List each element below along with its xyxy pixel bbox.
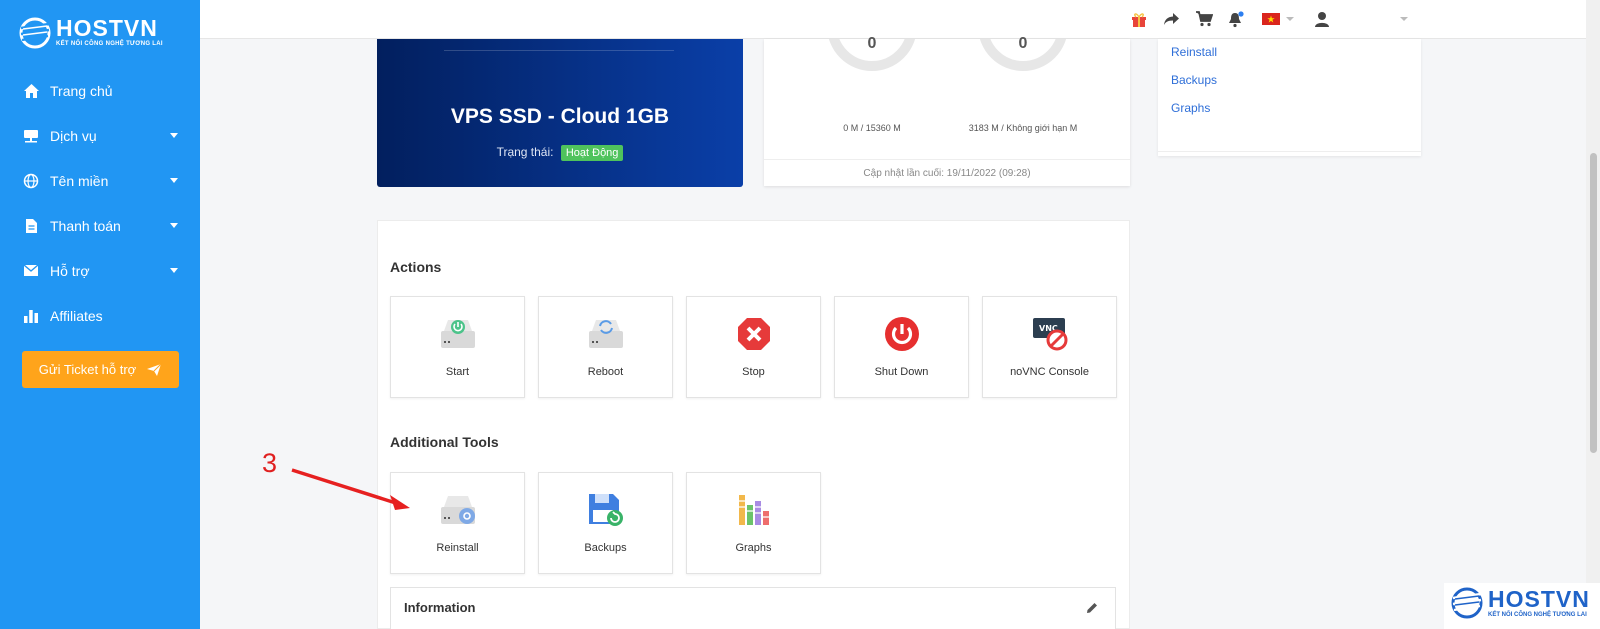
watermark-name: HOSTVN bbox=[1488, 586, 1590, 612]
envelope-icon bbox=[22, 262, 40, 280]
start-server-icon bbox=[437, 313, 479, 355]
paper-plane-icon bbox=[147, 363, 162, 376]
chevron-down-icon bbox=[170, 133, 178, 138]
bandwidth-gauge-caption: 3183 M / Không giới hạn M bbox=[968, 123, 1078, 133]
home-icon bbox=[22, 82, 40, 100]
cart-icon[interactable] bbox=[1195, 10, 1213, 28]
sidebar-item-label: Thanh toán bbox=[50, 217, 121, 234]
scrollbar-thumb[interactable] bbox=[1590, 153, 1597, 453]
sidebar-item-ten-mien[interactable]: Tên miền bbox=[0, 158, 200, 203]
send-ticket-label: Gửi Ticket hỗ trợ bbox=[38, 362, 137, 377]
chevron-down-icon[interactable] bbox=[1400, 10, 1408, 28]
actions-title: Actions bbox=[390, 259, 442, 275]
graphs-link[interactable]: Graphs bbox=[1171, 101, 1210, 115]
disk-gauge-value: 0 bbox=[867, 35, 877, 52]
reinstall-label: Reinstall bbox=[436, 542, 479, 554]
status-badge: Hoạt Động bbox=[560, 145, 624, 161]
shut-down-label: Shut Down bbox=[874, 366, 929, 378]
chevron-down-icon[interactable] bbox=[1286, 10, 1294, 28]
logo-name: HOSTVN bbox=[56, 15, 158, 41]
bandwidth-gauge-value: 0 bbox=[1018, 35, 1028, 52]
sidebar-item-affiliates[interactable]: Affiliates bbox=[0, 293, 200, 338]
sidebar-item-label: Dịch vụ bbox=[50, 127, 97, 144]
sidebar-nav: Trang chủ Dịch vụ Tên miền Thanh toán Hỗ… bbox=[0, 68, 200, 338]
divider bbox=[1158, 151, 1421, 152]
information-bar[interactable]: Information bbox=[390, 587, 1116, 629]
annotation-arrow-icon bbox=[291, 468, 410, 510]
chevron-down-icon bbox=[170, 223, 178, 228]
watermark-logo: HOSTVN KẾT NỐI CÔNG NGHỆ TƯƠNG LAI bbox=[1444, 583, 1600, 629]
backups-link[interactable]: Backups bbox=[1171, 73, 1217, 87]
logo[interactable]: HOSTVN KẾT NỐI CÔNG NGHỆ TƯƠNG LAI bbox=[18, 16, 163, 56]
graphs-button[interactable]: Graphs bbox=[686, 472, 821, 574]
top-bar bbox=[200, 0, 1586, 39]
shut-down-button[interactable]: Shut Down bbox=[834, 296, 969, 398]
last-updated: Cập nhật lần cuối: 19/11/2022 (09:28) bbox=[764, 159, 1130, 186]
reboot-button[interactable]: Reboot bbox=[538, 296, 673, 398]
graphs-label: Graphs bbox=[735, 542, 772, 554]
bell-icon[interactable] bbox=[1226, 10, 1244, 28]
service-hero-card: VPS SSD - Cloud 1GB Trạng thái: Hoạt Độn… bbox=[377, 39, 743, 187]
annotation-step-number: 3 bbox=[262, 448, 278, 478]
reinstall-icon bbox=[437, 489, 479, 531]
novnc-console-label: noVNC Console bbox=[1010, 366, 1089, 378]
logo-slogan: KẾT NỐI CÔNG NGHỆ TƯƠNG LAI bbox=[56, 41, 163, 47]
sidebar-item-label: Affiliates bbox=[50, 307, 103, 324]
document-icon bbox=[22, 217, 40, 235]
main-panel: Actions Start Reboot Stop Shut Down VNC … bbox=[377, 220, 1130, 629]
graphs-icon bbox=[733, 489, 775, 531]
gift-icon[interactable] bbox=[1130, 10, 1148, 28]
usage-card: 0 0 M / 15360 M 0 3183 M / Không giới hạ… bbox=[764, 35, 1130, 186]
globe-icon bbox=[22, 172, 40, 190]
reboot-label: Reboot bbox=[587, 366, 624, 378]
backup-icon bbox=[585, 489, 627, 531]
sidebar-item-dich-vu[interactable]: Dịch vụ bbox=[0, 113, 200, 158]
server-icon bbox=[22, 127, 40, 145]
watermark-mark-icon bbox=[1451, 587, 1483, 619]
service-status: Trạng thái: Hoạt Động bbox=[377, 145, 743, 161]
backups-button[interactable]: Backups bbox=[538, 472, 673, 574]
power-icon bbox=[881, 313, 923, 355]
reinstall-link[interactable]: Reinstall bbox=[1171, 45, 1217, 59]
sidebar-item-label: Hỗ trợ bbox=[50, 262, 90, 279]
vietnam-flag-icon[interactable] bbox=[1262, 10, 1280, 28]
sidebar-item-label: Tên miền bbox=[50, 172, 109, 189]
logo-mark-icon bbox=[18, 16, 52, 50]
stop-icon bbox=[733, 313, 775, 355]
stop-label: Stop bbox=[742, 366, 765, 378]
information-title: Information bbox=[404, 600, 476, 615]
reboot-server-icon bbox=[585, 313, 627, 355]
sidebar: HOSTVN KẾT NỐI CÔNG NGHỆ TƯƠNG LAI Trang… bbox=[0, 0, 200, 629]
sidebar-item-label: Trang chủ bbox=[50, 82, 113, 99]
start-label: Start bbox=[445, 366, 470, 378]
novnc-console-button[interactable]: VNC noVNC Console bbox=[982, 296, 1117, 398]
status-label: Trạng thái: bbox=[496, 145, 554, 159]
start-button[interactable]: Start bbox=[390, 296, 525, 398]
service-title: VPS SSD - Cloud 1GB bbox=[450, 105, 670, 128]
vnc-console-icon: VNC bbox=[1029, 313, 1071, 355]
stop-button[interactable]: Stop bbox=[686, 296, 821, 398]
disk-gauge-caption: 0 M / 15360 M bbox=[843, 123, 901, 133]
sidebar-item-ho-tro[interactable]: Hỗ trợ bbox=[0, 248, 200, 293]
sidebar-item-thanh-toan[interactable]: Thanh toán bbox=[0, 203, 200, 248]
divider bbox=[444, 50, 674, 51]
backups-label: Backups bbox=[584, 542, 627, 554]
quick-links-card: Reinstall Backups Graphs bbox=[1158, 39, 1421, 156]
sidebar-item-trang-chu[interactable]: Trang chủ bbox=[0, 68, 200, 113]
share-icon[interactable] bbox=[1162, 10, 1180, 28]
bar-chart-icon bbox=[22, 307, 40, 325]
edit-pencil-icon[interactable] bbox=[1085, 601, 1101, 617]
send-ticket-button[interactable]: Gửi Ticket hỗ trợ bbox=[22, 351, 179, 388]
chevron-down-icon bbox=[170, 178, 178, 183]
chevron-down-icon bbox=[170, 268, 178, 273]
user-icon[interactable] bbox=[1313, 10, 1331, 28]
watermark-slogan: KẾT NỐI CÔNG NGHỆ TƯƠNG LAI bbox=[1488, 612, 1587, 618]
additional-tools-title: Additional Tools bbox=[390, 434, 499, 450]
